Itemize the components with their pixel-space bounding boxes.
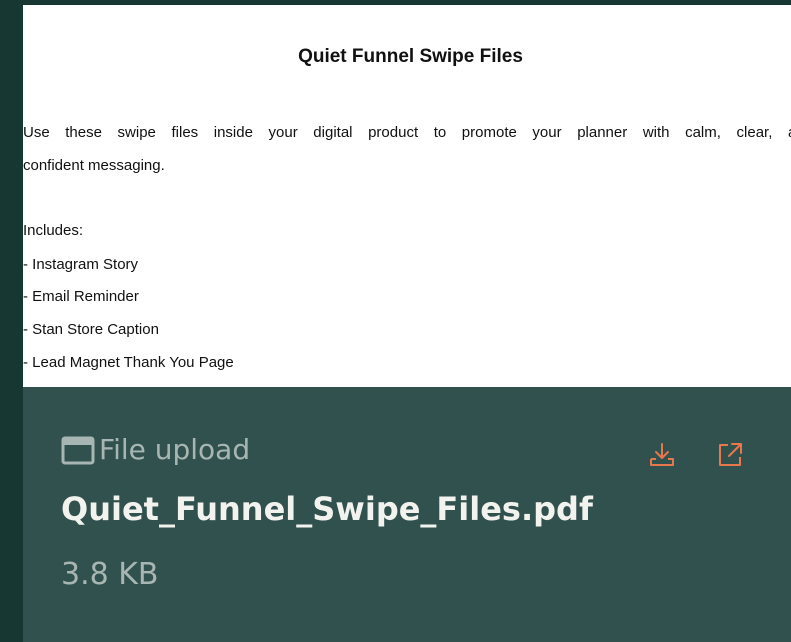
document-title: Quiet Funnel Swipe Files <box>298 46 523 67</box>
includes-item: - Lead Magnet Thank You Page <box>23 354 234 371</box>
document-intro-line-2: confident messaging. <box>23 157 165 174</box>
file-name[interactable]: Quiet_Funnel_Swipe_Files.pdf <box>61 490 593 528</box>
file-type-label: File upload <box>99 433 251 466</box>
download-icon[interactable] <box>647 440 677 470</box>
includes-item: - Email Reminder <box>23 288 139 305</box>
includes-label: Includes: <box>23 222 84 239</box>
document-preview[interactable]: Quiet Funnel Swipe Files Use these swipe… <box>23 5 791 387</box>
window-icon <box>61 436 95 464</box>
file-size: 3.8 KB <box>61 557 159 592</box>
file-attachment-card[interactable]: Quiet Funnel Swipe Files Use these swipe… <box>23 5 791 642</box>
document-intro-line-1: Use these swipe files inside your digita… <box>23 124 791 141</box>
includes-item: - Stan Store Caption <box>23 321 159 338</box>
file-type-row: File upload <box>61 433 250 466</box>
external-link-icon[interactable] <box>715 440 745 470</box>
attachment-footer: File upload Quiet_Funnel_Swipe_Files.pdf… <box>23 387 791 642</box>
includes-item: - Instagram Story <box>23 256 139 273</box>
